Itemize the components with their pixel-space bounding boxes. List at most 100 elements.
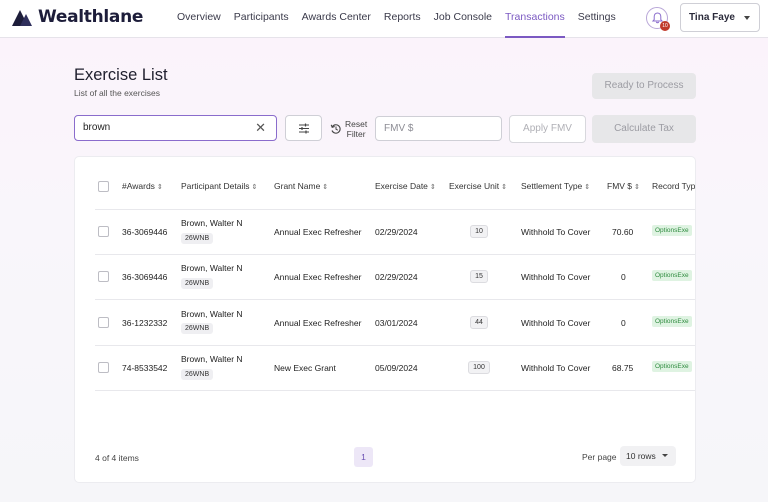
- fmv-value: 0: [621, 272, 626, 282]
- reset-icon: [330, 124, 341, 134]
- grant-name: Annual Exec Refresher: [274, 227, 362, 237]
- row-checkbox[interactable]: [98, 226, 109, 237]
- brand-name: Wealthlane: [38, 7, 144, 27]
- sort-icon: ⇕: [156, 184, 163, 191]
- column-header-awards[interactable]: #Awards ⇕: [122, 181, 163, 191]
- reset-filter-label: Reset Filter: [345, 119, 367, 139]
- sort-icon: ⇕: [634, 184, 640, 191]
- participant-code: 26WNB: [181, 323, 214, 334]
- grant-name: Annual Exec Refresher: [274, 272, 362, 282]
- nav-reports[interactable]: Reports: [384, 0, 421, 38]
- sort-icon: ⇕: [322, 184, 329, 191]
- ready-to-process-button[interactable]: Ready to Process: [592, 73, 696, 99]
- items-count: 4 of 4 items: [95, 453, 139, 463]
- nav-transactions[interactable]: Transactions: [505, 0, 565, 38]
- per-page-label: Per page: [582, 452, 617, 462]
- divider: [95, 390, 695, 391]
- grant-name: New Exec Grant: [274, 363, 336, 373]
- filter-button[interactable]: [285, 115, 322, 141]
- sort-icon: ⇕: [501, 184, 507, 191]
- page-subtitle: List of all the exercises: [74, 88, 160, 98]
- column-header-label: Exercise Date: [375, 181, 428, 191]
- exercise-unit: 10: [470, 225, 488, 238]
- notifications-button[interactable]: 10: [646, 7, 670, 31]
- rows-per-page-select[interactable]: 10 rows: [620, 446, 676, 466]
- participant-name: Brown, Walter N: [181, 218, 243, 228]
- record-type-badge: OptionsExe: [652, 361, 692, 372]
- column-header-exercise-date[interactable]: Exercise Date ⇕: [375, 181, 436, 191]
- record-type-badge: OptionsExe: [652, 225, 692, 236]
- chevron-down-icon: [744, 16, 750, 20]
- calculate-tax-button[interactable]: Calculate Tax: [592, 115, 696, 143]
- nav-awards-center[interactable]: Awards Center: [302, 0, 371, 38]
- nav-participants[interactable]: Participants: [234, 0, 289, 38]
- settlement-type: Withhold To Cover: [521, 227, 591, 237]
- column-header-fmv[interactable]: FMV $ ⇕: [607, 181, 640, 191]
- column-header-label: Grant Name: [274, 181, 321, 191]
- column-header-record-type[interactable]: Record Typ: [652, 181, 695, 191]
- participant-code: 26WNB: [181, 278, 214, 289]
- participant-name: Brown, Walter N: [181, 354, 243, 364]
- reset-filter-button[interactable]: Reset Filter: [330, 119, 367, 139]
- pagination-page-1[interactable]: 1: [354, 447, 373, 467]
- award-id: 36-3069446: [122, 227, 168, 237]
- fmv-value: 70.60: [612, 227, 634, 237]
- row-checkbox[interactable]: [98, 317, 109, 328]
- column-header-label: #Awards: [122, 181, 155, 191]
- column-header-label: Record Typ: [652, 181, 696, 191]
- logo-icon: [12, 10, 32, 26]
- search-field: ✕: [74, 115, 277, 141]
- notification-badge: 10: [660, 21, 670, 31]
- column-header-grant[interactable]: Grant Name ⇕: [274, 181, 328, 191]
- settlement-type: Withhold To Cover: [521, 318, 591, 328]
- award-id: 74-8533542: [122, 363, 168, 373]
- nav-job-console[interactable]: Job Console: [434, 0, 492, 38]
- exercise-unit: 44: [470, 316, 488, 329]
- exercise-date: 05/09/2024: [375, 363, 418, 373]
- column-header-label: FMV $: [607, 181, 633, 191]
- settlement-type: Withhold To Cover: [521, 363, 591, 373]
- column-header-label: Exercise Unit: [449, 181, 500, 191]
- user-name: Tina Faye: [689, 12, 735, 23]
- exercise-date: 03/01/2024: [375, 318, 418, 328]
- column-header-settlement[interactable]: Settlement Type ⇕: [521, 181, 590, 191]
- chevron-down-icon: [662, 454, 668, 457]
- nav-overview[interactable]: Overview: [177, 0, 221, 38]
- sort-icon: ⇕: [584, 184, 591, 191]
- divider: [95, 209, 695, 210]
- user-menu[interactable]: Tina Faye: [680, 3, 760, 32]
- grant-name: Annual Exec Refresher: [274, 318, 362, 328]
- record-type-badge: OptionsExe: [652, 270, 692, 281]
- rows-per-page-value: 10 rows: [626, 451, 656, 461]
- record-type-badge: OptionsExe: [652, 316, 692, 327]
- brand-logo[interactable]: Wealthlane: [12, 7, 143, 27]
- nav-settings[interactable]: Settings: [578, 0, 616, 38]
- exercise-unit: 15: [470, 270, 488, 283]
- participant-name: Brown, Walter N: [181, 263, 243, 273]
- page-title: Exercise List: [74, 66, 168, 84]
- settlement-type: Withhold To Cover: [521, 272, 591, 282]
- main-nav: Overview Participants Awards Center Repo…: [177, 0, 629, 38]
- search-input[interactable]: [83, 122, 243, 133]
- fmv-value: 0: [621, 318, 626, 328]
- column-header-label: Settlement Type: [521, 181, 583, 191]
- row-checkbox[interactable]: [98, 271, 109, 282]
- sort-icon: ⇕: [429, 184, 436, 191]
- exercise-date: 02/29/2024: [375, 272, 418, 282]
- participant-code: 26WNB: [181, 233, 214, 244]
- column-header-label: Participant Details: [181, 181, 250, 191]
- reset-label-line1: Reset: [345, 119, 368, 129]
- column-header-exercise-unit[interactable]: Exercise Unit ⇕: [449, 181, 507, 191]
- reset-label-line2: Filter: [346, 129, 366, 139]
- participant-name: Brown, Walter N: [181, 309, 243, 319]
- select-all-checkbox[interactable]: [98, 181, 109, 192]
- divider: [95, 299, 695, 300]
- fmv-input[interactable]: [384, 123, 494, 134]
- exercise-table-card: #Awards ⇕ Participant Details ⇕ Grant Name…: [74, 156, 696, 483]
- fmv-value: 68.75: [612, 363, 634, 373]
- row-checkbox[interactable]: [98, 362, 109, 373]
- close-icon[interactable]: ✕: [255, 121, 266, 135]
- apply-fmv-button[interactable]: Apply FMV: [509, 115, 586, 143]
- sliders-icon: [298, 123, 309, 133]
- column-header-participant[interactable]: Participant Details ⇕: [181, 181, 257, 191]
